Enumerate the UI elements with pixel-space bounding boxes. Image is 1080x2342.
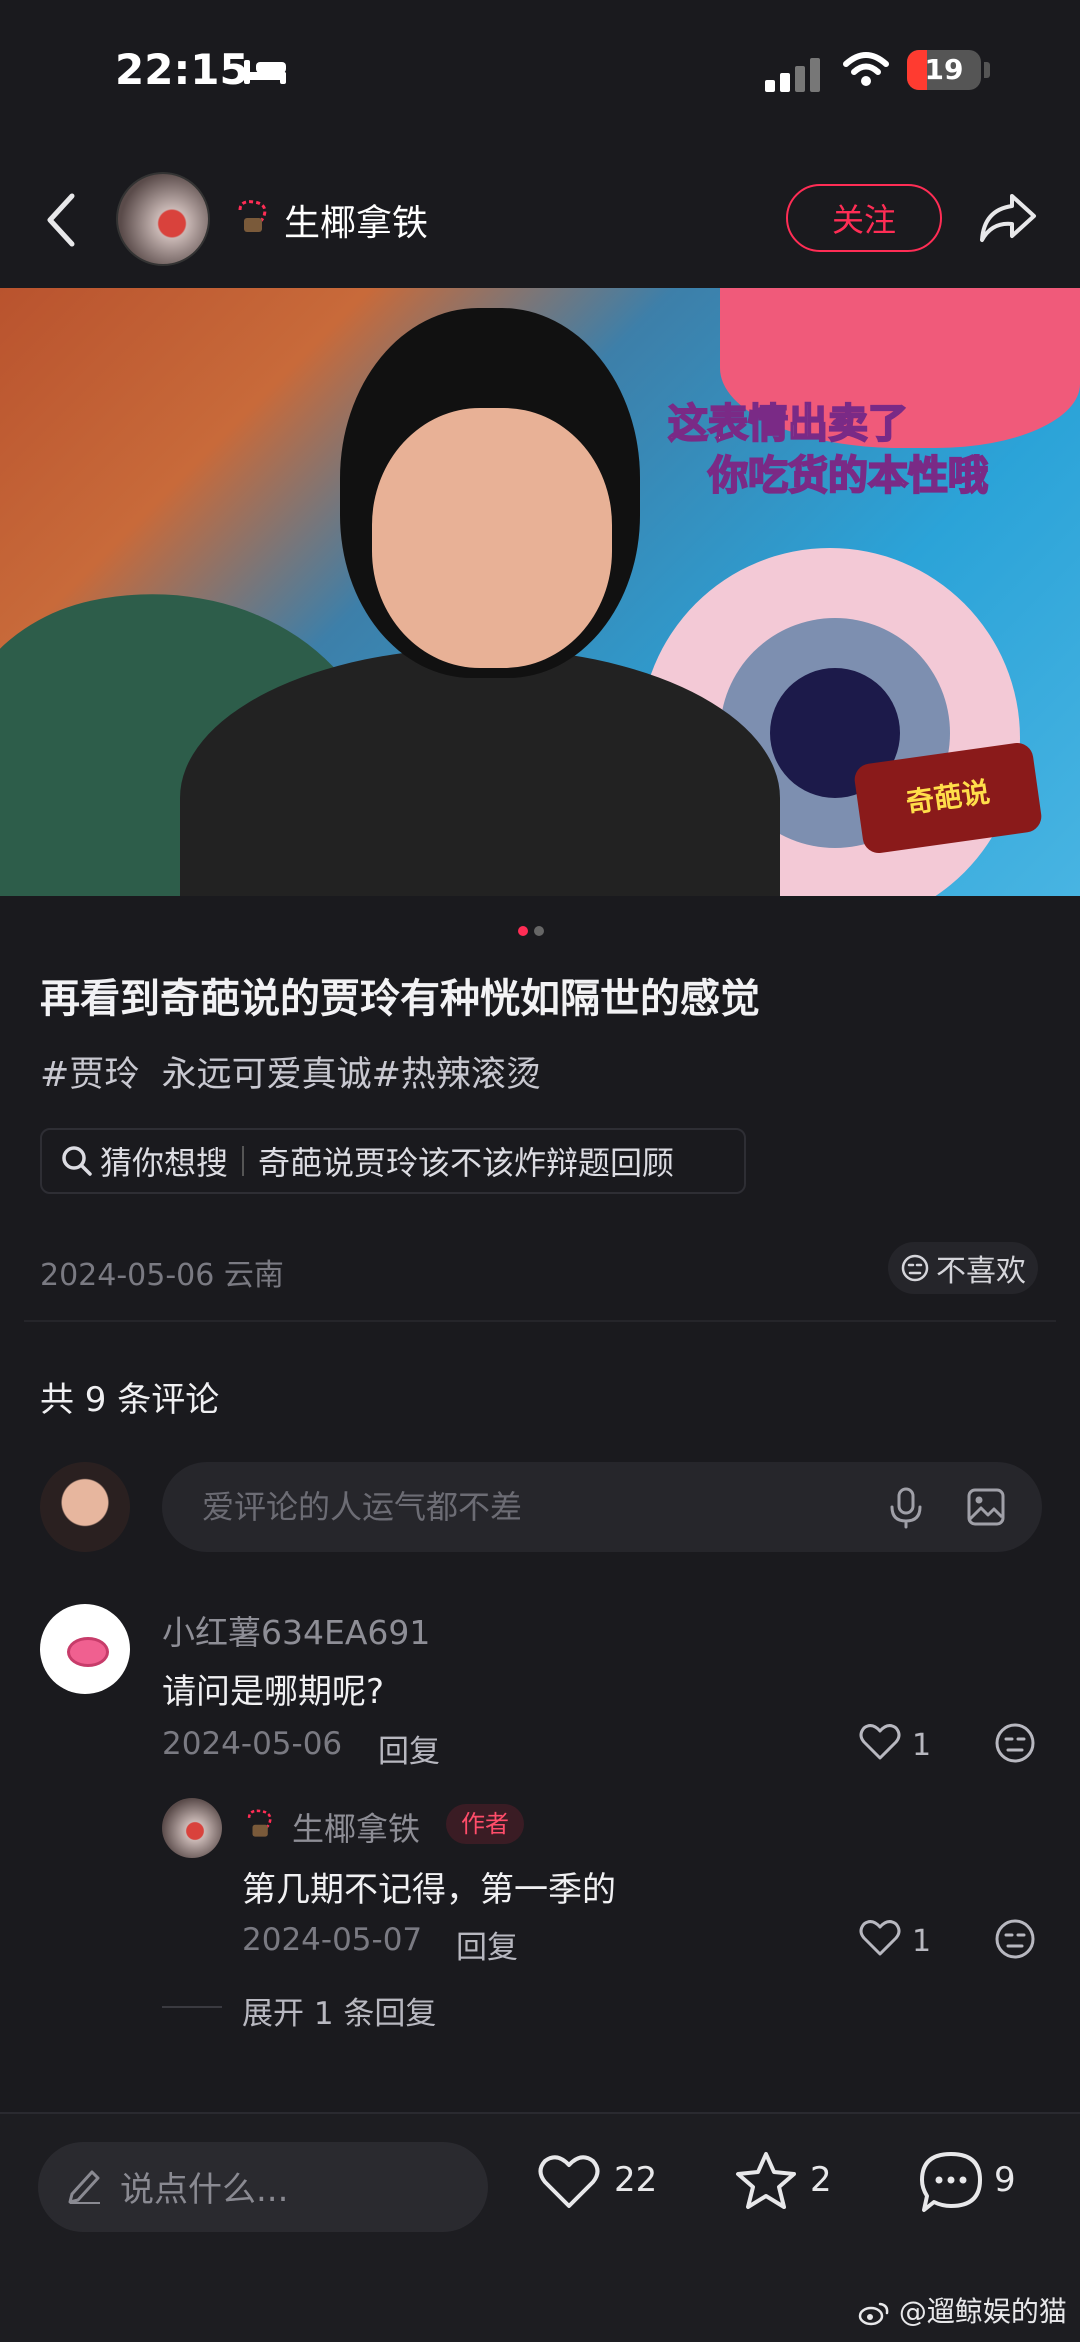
comment-count: 共 9 条评论	[40, 1380, 220, 1420]
sleep-icon	[244, 60, 286, 84]
reply-user-name[interactable]: 生椰拿铁	[292, 1804, 420, 1850]
like-count: 1	[912, 1924, 932, 1959]
meh-icon[interactable]	[994, 1918, 1036, 1960]
author-badge-icon	[238, 200, 267, 232]
comment-date: 2024-05-06	[162, 1726, 343, 1762]
image-caption: 这表情出卖了 你吃货的本性哦	[667, 398, 1058, 528]
expand-divider	[162, 2006, 222, 2008]
comment-count-bottom: 9	[994, 2160, 1016, 2200]
pen-icon	[68, 2170, 100, 2204]
divider	[242, 1146, 245, 1176]
like-count: 22	[614, 2160, 658, 2200]
commenter-avatar[interactable]	[40, 1604, 130, 1694]
heart-icon[interactable]	[858, 1918, 902, 1958]
watermark: @遛鲸娱的猫	[858, 2290, 1067, 2330]
say-placeholder[interactable]: 说点什么...	[120, 2162, 288, 2211]
battery-tip	[984, 62, 990, 78]
author-name[interactable]: 生椰拿铁	[284, 194, 428, 246]
heart-icon[interactable]	[858, 1722, 902, 1762]
wifi-icon	[843, 52, 889, 86]
post-tags[interactable]: #贾玲 永远可爱真诚#热辣滚烫	[40, 1046, 541, 1097]
post-date-location: 2024-05-06 云南	[40, 1258, 284, 1293]
pager-dot-active	[518, 926, 528, 936]
clock: 22:15	[115, 45, 249, 94]
reply-button[interactable]: 回复	[378, 1726, 440, 1771]
image-icon[interactable]	[966, 1487, 1006, 1527]
battery-level: 19	[924, 53, 964, 86]
comment-text: 请问是哪期呢?	[162, 1672, 385, 1712]
donut-icon	[67, 1637, 109, 1667]
status-bar: 22:15 19	[0, 0, 1080, 150]
caption-line: 你吃货的本性哦	[707, 452, 989, 500]
section-divider	[24, 1320, 1056, 1322]
meh-icon	[901, 1254, 929, 1282]
search-icon	[62, 1146, 92, 1176]
weibo-icon	[858, 2302, 889, 2326]
battery-indicator: 19	[907, 50, 981, 90]
share-icon[interactable]	[978, 190, 1038, 246]
post-title: 再看到奇葩说的贾玲有种恍如隔世的感觉	[40, 976, 760, 1022]
guess-search-chip[interactable]: 猜你想搜 奇葩说贾玲该不该炸辩题回顾	[40, 1128, 746, 1194]
back-icon[interactable]	[42, 190, 82, 250]
follow-button[interactable]: 关注	[786, 184, 942, 252]
expand-replies-button[interactable]: 展开 1 条回复	[242, 1988, 436, 2033]
reply-button[interactable]: 回复	[456, 1922, 518, 1967]
reply-text: 第几期不记得，第一季的	[242, 1870, 616, 1910]
reply-date: 2024-05-07	[242, 1922, 423, 1958]
my-avatar	[40, 1462, 130, 1552]
heart-icon[interactable]	[536, 2152, 602, 2212]
caption-line: 这表情出卖了	[667, 400, 909, 448]
star-icon[interactable]	[734, 2150, 798, 2212]
image-pager	[518, 921, 550, 940]
reply-avatar[interactable]	[162, 1798, 222, 1858]
pager-dot	[534, 926, 544, 936]
dislike-label: 不喜欢	[936, 1254, 1026, 1289]
person-face	[372, 408, 612, 668]
guess-query: 奇葩说贾玲该不该炸辩题回顾	[258, 1144, 675, 1182]
author-avatar[interactable]	[116, 172, 210, 266]
author-tag: 作者	[446, 1804, 524, 1844]
signal-icon	[765, 58, 820, 92]
mic-icon[interactable]	[888, 1487, 924, 1529]
chat-icon[interactable]	[918, 2150, 984, 2214]
meh-icon[interactable]	[994, 1722, 1036, 1764]
star-count: 2	[810, 2160, 832, 2200]
author-badge-icon	[247, 1809, 272, 1837]
like-count: 1	[912, 1728, 932, 1763]
guess-label: 猜你想搜	[100, 1144, 229, 1182]
commenter-name[interactable]: 小红薯634EA691	[162, 1606, 430, 1654]
dislike-button[interactable]: 不喜欢	[888, 1242, 1038, 1294]
post-image[interactable]: 这表情出卖了 你吃货的本性哦 奇葩说	[0, 288, 1080, 896]
watermark-text: @遛鲸娱的猫	[898, 2295, 1067, 2328]
